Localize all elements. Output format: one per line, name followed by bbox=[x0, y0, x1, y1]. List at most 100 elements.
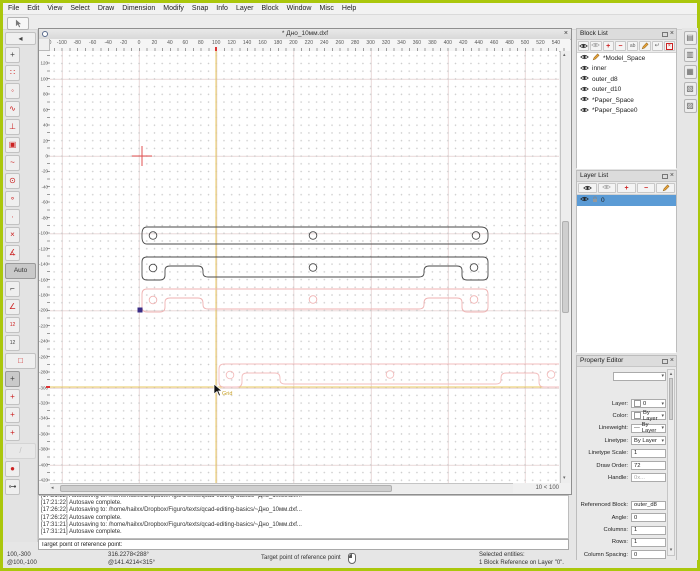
snap-endpoints-button[interactable]: ◦ bbox=[5, 83, 20, 99]
property-input[interactable]: outer_d8 bbox=[631, 501, 666, 510]
menu-modify[interactable]: Modify bbox=[163, 5, 184, 12]
snap-grid-button[interactable]: ∷ bbox=[5, 65, 20, 81]
menu-view[interactable]: View bbox=[47, 5, 62, 12]
dock-property-editor-toggle-button[interactable]: ▨ bbox=[684, 99, 697, 113]
remove-layer-button[interactable]: − bbox=[637, 183, 656, 193]
snap-angle-button[interactable]: ∠ bbox=[5, 299, 20, 315]
drawing-canvas[interactable]: Grid bbox=[50, 51, 559, 485]
menu-info[interactable]: Info bbox=[216, 5, 228, 12]
layer-list-close-icon[interactable]: × bbox=[670, 172, 674, 180]
remove-block-button[interactable]: − bbox=[615, 41, 626, 51]
block-list-item[interactable]: outer_d10 bbox=[577, 85, 676, 96]
hole-circle[interactable] bbox=[149, 232, 157, 240]
add-block-button[interactable]: + bbox=[603, 41, 614, 51]
snap-coordinate-polar-button[interactable]: 12 bbox=[5, 335, 20, 351]
block-list-item[interactable]: *Paper_Space0 bbox=[577, 106, 676, 117]
dock-layer-list-toggle-button[interactable]: ▥ bbox=[684, 48, 697, 62]
back-button[interactable]: ◂ bbox=[5, 32, 36, 45]
menu-snap[interactable]: Snap bbox=[192, 5, 208, 12]
scroll-up-icon[interactable]: ▴ bbox=[563, 51, 566, 60]
menu-select[interactable]: Select bbox=[70, 5, 89, 12]
close-block-editing-button[interactable]: × bbox=[664, 41, 675, 51]
block-visible-icon[interactable] bbox=[580, 107, 589, 115]
reference-point-marker[interactable] bbox=[138, 308, 143, 313]
hole-circle[interactable] bbox=[149, 264, 157, 272]
snap-intersection-button[interactable]: × bbox=[5, 227, 20, 243]
snap-center-button[interactable]: ⊙ bbox=[5, 173, 20, 189]
property-combo[interactable]: By Layer▾ bbox=[631, 436, 666, 445]
block-list-float-icon[interactable] bbox=[662, 32, 668, 37]
insert-block-button[interactable]: ↵ bbox=[652, 41, 663, 51]
restrict-off-button[interactable]: + bbox=[5, 371, 20, 387]
snap-auto-button[interactable]: Auto bbox=[5, 263, 36, 279]
block-list-close-icon[interactable]: × bbox=[670, 30, 674, 38]
plate-outline[interactable] bbox=[142, 289, 488, 312]
menu-help[interactable]: Help bbox=[342, 5, 356, 12]
menu-draw[interactable]: Draw bbox=[98, 5, 114, 12]
layer-list-item[interactable]: 0 bbox=[577, 195, 676, 206]
dock-library-browser-toggle-button[interactable]: ▦ bbox=[684, 65, 697, 79]
vertical-scrollbar[interactable]: ▴ ▾ bbox=[560, 51, 570, 483]
block-visible-icon[interactable] bbox=[580, 75, 589, 83]
snap-reference-button[interactable]: ▣ bbox=[5, 137, 20, 153]
horizontal-scrollbar[interactable]: ◂ ▸ bbox=[50, 483, 537, 493]
add-layer-button[interactable]: + bbox=[617, 183, 636, 193]
prop-scroll-thumb[interactable] bbox=[669, 378, 673, 420]
selection-combo[interactable]: ▾ bbox=[613, 372, 666, 381]
reference-point-button[interactable]: □ bbox=[5, 353, 36, 369]
plate-outline[interactable] bbox=[142, 257, 488, 280]
snap-intersection-manual-button[interactable]: ∡ bbox=[5, 245, 20, 261]
block-list-item[interactable]: *Paper_Space bbox=[577, 95, 676, 106]
menu-file[interactable]: File bbox=[8, 5, 19, 12]
menu-block[interactable]: Block bbox=[261, 5, 278, 12]
scroll-down-icon[interactable]: ▾ bbox=[563, 474, 566, 483]
layer-visible-icon[interactable] bbox=[580, 196, 589, 204]
plate-outline[interactable] bbox=[142, 227, 488, 244]
snap-on-entity-button[interactable]: ∿ bbox=[5, 101, 20, 117]
relative-zero-button[interactable]: ● bbox=[5, 461, 20, 477]
snap-middle-button[interactable]: ∘ bbox=[5, 191, 20, 207]
hole-circle[interactable] bbox=[547, 371, 555, 379]
command-line-input[interactable] bbox=[38, 539, 569, 550]
block-visible-icon[interactable] bbox=[580, 65, 589, 73]
property-editor-scrollbar[interactable]: ▴ ▾ bbox=[667, 369, 675, 556]
property-input[interactable]: 1 bbox=[631, 538, 666, 547]
edit-layer-button[interactable] bbox=[656, 183, 675, 193]
property-editor-close-icon[interactable]: × bbox=[670, 357, 674, 365]
set-relative-zero-button[interactable]: ⌐ bbox=[5, 281, 20, 297]
hide-all-layers-button[interactable] bbox=[598, 183, 617, 193]
block-visible-icon[interactable] bbox=[580, 86, 589, 94]
hole-circle[interactable] bbox=[309, 264, 317, 272]
document-close-icon[interactable]: × bbox=[564, 29, 568, 39]
dock-block-list-toggle-button[interactable]: ▤ bbox=[684, 31, 697, 45]
restrict-angle-button[interactable]: / bbox=[5, 443, 36, 459]
layer-lock-icon[interactable] bbox=[592, 196, 598, 205]
hole-circle[interactable] bbox=[309, 232, 317, 240]
edit-block-button[interactable] bbox=[639, 41, 650, 51]
menu-edit[interactable]: Edit bbox=[27, 5, 39, 12]
show-all-blocks-button[interactable] bbox=[578, 41, 589, 51]
show-all-layers-button[interactable] bbox=[578, 183, 597, 193]
hole-circle[interactable] bbox=[472, 232, 480, 240]
vertical-scroll-thumb[interactable] bbox=[562, 221, 569, 313]
block-list-item[interactable]: *Model_Space bbox=[577, 53, 676, 64]
block-visible-icon[interactable] bbox=[580, 96, 589, 104]
snap-perpendicular-button[interactable]: ⊥ bbox=[5, 119, 20, 135]
hole-circle[interactable] bbox=[470, 296, 478, 304]
snap-distance-button[interactable]: ∙ bbox=[5, 209, 20, 225]
hole-circle[interactable] bbox=[470, 264, 478, 272]
hole-circle[interactable] bbox=[226, 371, 234, 379]
property-input[interactable]: 0 bbox=[631, 550, 666, 559]
snap-free-button[interactable]: + bbox=[5, 47, 20, 63]
restrict-orthogonal-button[interactable]: + bbox=[5, 389, 20, 405]
property-combo[interactable]: By Layer▾ bbox=[631, 411, 666, 420]
property-combo[interactable]: 0▾ bbox=[631, 399, 666, 408]
selection-tool-button[interactable] bbox=[7, 17, 29, 30]
plate-outline[interactable] bbox=[219, 364, 559, 387]
block-list-item[interactable]: inner bbox=[577, 64, 676, 75]
property-input[interactable]: 0x... bbox=[631, 473, 666, 482]
lock-relative-zero-button[interactable]: ⊶ bbox=[5, 479, 20, 495]
restrict-horizontal-button[interactable]: + bbox=[5, 407, 20, 423]
menu-misc[interactable]: Misc bbox=[320, 5, 334, 12]
dock-command-line-toggle-button[interactable]: ▧ bbox=[684, 82, 697, 96]
